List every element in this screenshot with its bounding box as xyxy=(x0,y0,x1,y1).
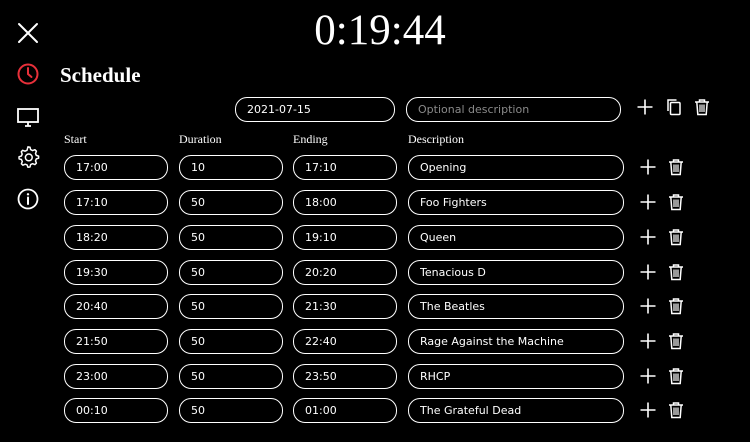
duration-field[interactable] xyxy=(179,364,283,389)
add-row-icon[interactable] xyxy=(639,401,657,419)
description-field[interactable] xyxy=(408,155,624,180)
description-field[interactable] xyxy=(408,260,624,285)
start-field[interactable] xyxy=(64,329,168,354)
ending-field[interactable] xyxy=(293,398,397,423)
duration-field[interactable] xyxy=(179,190,283,215)
trash-icon[interactable] xyxy=(667,228,685,246)
ending-field[interactable] xyxy=(293,225,397,250)
info-icon[interactable] xyxy=(16,187,40,211)
ending-field[interactable] xyxy=(293,190,397,215)
start-field[interactable] xyxy=(64,225,168,250)
column-header-start: Start xyxy=(64,132,87,146)
start-field[interactable] xyxy=(64,260,168,285)
page-title: Schedule xyxy=(60,63,141,87)
start-field[interactable] xyxy=(64,364,168,389)
duration-field[interactable] xyxy=(179,225,283,250)
description-field[interactable] xyxy=(408,364,624,389)
trash-icon[interactable] xyxy=(667,158,685,176)
trash-icon[interactable] xyxy=(693,98,711,116)
duration-field[interactable] xyxy=(179,294,283,319)
trash-icon[interactable] xyxy=(667,297,685,315)
trash-icon[interactable] xyxy=(667,332,685,350)
column-header-ending: Ending xyxy=(293,132,328,146)
add-row-icon[interactable] xyxy=(639,263,657,281)
add-row-icon[interactable] xyxy=(639,228,657,246)
gear-icon[interactable] xyxy=(16,145,40,169)
description-field[interactable] xyxy=(408,398,624,423)
trash-icon[interactable] xyxy=(667,263,685,281)
add-row-icon[interactable] xyxy=(639,193,657,211)
start-field[interactable] xyxy=(64,155,168,180)
description-input[interactable] xyxy=(406,97,621,122)
description-field[interactable] xyxy=(408,225,624,250)
start-field[interactable] xyxy=(64,398,168,423)
date-input[interactable] xyxy=(235,97,395,122)
ending-field[interactable] xyxy=(293,329,397,354)
ending-field[interactable] xyxy=(293,260,397,285)
add-row-icon[interactable] xyxy=(639,158,657,176)
close-icon[interactable] xyxy=(16,21,40,45)
trash-icon[interactable] xyxy=(667,193,685,211)
description-field[interactable] xyxy=(408,190,624,215)
add-row-icon[interactable] xyxy=(639,367,657,385)
duration-field[interactable] xyxy=(179,260,283,285)
ending-field[interactable] xyxy=(293,155,397,180)
copy-icon[interactable] xyxy=(665,98,683,116)
monitor-icon[interactable] xyxy=(16,105,40,129)
start-field[interactable] xyxy=(64,190,168,215)
add-icon[interactable] xyxy=(636,98,654,116)
clock-icon[interactable] xyxy=(16,62,40,86)
column-header-duration: Duration xyxy=(179,132,222,146)
column-header-description: Description xyxy=(408,132,464,146)
duration-field[interactable] xyxy=(179,155,283,180)
duration-field[interactable] xyxy=(179,329,283,354)
trash-icon[interactable] xyxy=(667,367,685,385)
duration-field[interactable] xyxy=(179,398,283,423)
trash-icon[interactable] xyxy=(667,401,685,419)
ending-field[interactable] xyxy=(293,364,397,389)
add-row-icon[interactable] xyxy=(639,297,657,315)
clock-display: 0:19:44 xyxy=(314,7,446,54)
ending-field[interactable] xyxy=(293,294,397,319)
description-field[interactable] xyxy=(408,294,624,319)
start-field[interactable] xyxy=(64,294,168,319)
add-row-icon[interactable] xyxy=(639,332,657,350)
description-field[interactable] xyxy=(408,329,624,354)
